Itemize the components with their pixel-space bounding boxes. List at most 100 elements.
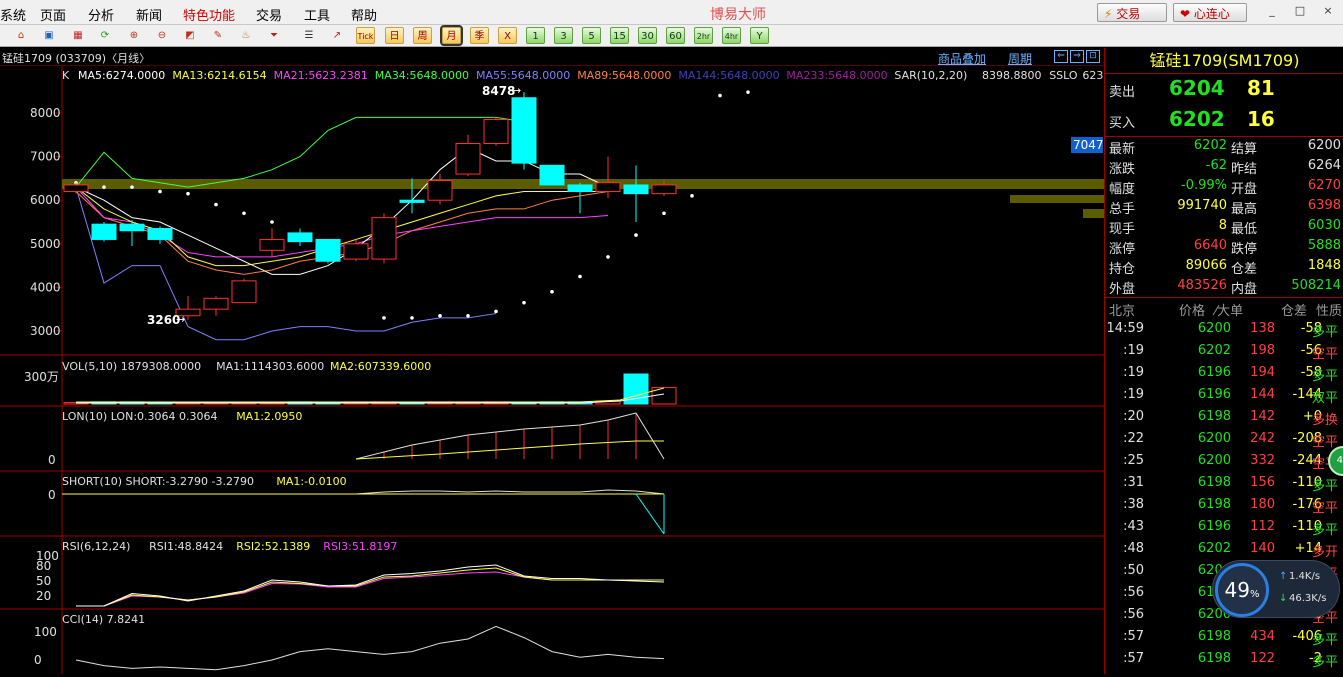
ma-legend-item: 6231.0 bbox=[1082, 69, 1104, 82]
min60-button[interactable]: 60 bbox=[666, 27, 685, 44]
tick-cell: 332 bbox=[1250, 453, 1275, 468]
menu-news[interactable]: 新闻 bbox=[136, 5, 162, 24]
price-axis-label: 4000 bbox=[30, 280, 61, 294]
tick-row[interactable]: :20 6198 142 +0 多换 bbox=[1105, 406, 1343, 428]
tick-cell: 多平 bbox=[1312, 369, 1339, 384]
cci-axis-label: 0 bbox=[34, 653, 42, 667]
close-button[interactable]: × bbox=[1320, 4, 1336, 18]
min5-button[interactable]: 5 bbox=[582, 27, 601, 44]
quarter-button[interactable]: 季 bbox=[470, 27, 489, 44]
chart-area[interactable]: 3000 4000 5000 6000 7000 8000 K MA5:6274.0000 M… bbox=[0, 48, 1121, 674]
quote-field-label: 跌停 bbox=[1231, 242, 1258, 257]
quote-field-label: 总手 bbox=[1109, 202, 1136, 217]
tick-row[interactable]: :25 6200 332 -244 空平 bbox=[1105, 450, 1343, 472]
short-drop-line bbox=[635, 493, 665, 535]
list-icon[interactable]: ☰ bbox=[300, 27, 318, 44]
k-label: K bbox=[62, 69, 70, 82]
year-button[interactable]: Y bbox=[750, 27, 769, 44]
week-button[interactable]: 周 bbox=[413, 27, 432, 44]
quote-field-value: 1848 bbox=[1307, 258, 1341, 273]
tick-header-price: 价格 bbox=[1179, 304, 1206, 319]
quote-field-label: 最高 bbox=[1231, 202, 1258, 217]
tick-row[interactable]: 14:59 6200 138 -58 多平 bbox=[1105, 318, 1343, 340]
quote-field-label: 外盘 bbox=[1109, 282, 1136, 297]
lon-legend-item: MA1:2.0950 bbox=[236, 410, 302, 423]
hr2-button[interactable]: 2hr bbox=[694, 27, 713, 44]
tick-cell: :19 bbox=[1123, 343, 1144, 358]
minimize-button[interactable]: _ bbox=[1264, 4, 1280, 18]
quote-fields: 最新 6202 结算 6200 涨跌 -62 昨结 6264 幅度 -0.99% 开盘 6270 总手 9… bbox=[1105, 138, 1343, 298]
candle-body bbox=[63, 184, 89, 192]
min30-button[interactable]: 30 bbox=[638, 27, 657, 44]
rsi-axis: 100805020 bbox=[36, 549, 59, 603]
tick-list[interactable]: 14:59 6200 138 -58 多平:19 6202 198 -56 空平:19 6196 1… bbox=[1105, 318, 1343, 674]
min15-button[interactable]: 15 bbox=[610, 27, 629, 44]
rsi-legend-item: RSI3:51.8197 bbox=[323, 540, 397, 553]
tick-row[interactable]: :43 6196 112 -110 多平 bbox=[1105, 516, 1343, 538]
tick-row[interactable]: :31 6198 156 -110 多平 bbox=[1105, 472, 1343, 494]
tick-button[interactable]: Tick bbox=[356, 27, 375, 44]
zoom-in-icon[interactable]: ⊕ bbox=[125, 27, 143, 44]
tick-row[interactable]: :19 6202 198 -56 空平 bbox=[1105, 340, 1343, 362]
chart-icon[interactable]: ↗ bbox=[328, 27, 346, 44]
ma-legend-item: MA5:6274.0000 bbox=[78, 69, 165, 82]
network-speed-widget[interactable]: 49% ↑ 1.4K/s ↓ 46.3K/s bbox=[1212, 560, 1340, 618]
cci-line bbox=[75, 625, 665, 671]
tick-cell: :22 bbox=[1123, 431, 1144, 446]
menu-trade[interactable]: 交易 bbox=[256, 5, 282, 24]
vol-legend-item: MA1:1114303.6000 bbox=[216, 360, 324, 373]
tick-row[interactable]: :19 6196 194 -58 多平 bbox=[1105, 362, 1343, 384]
tick-cell: 6200 bbox=[1197, 453, 1231, 468]
ma-legend-item: 8398.8800 bbox=[982, 69, 1042, 82]
tick-cell: 6200 bbox=[1197, 431, 1231, 446]
menu-special-features[interactable]: 特色功能 bbox=[183, 5, 235, 24]
ma-legend-item: MA144:5648.0000 bbox=[678, 69, 779, 82]
short-line bbox=[355, 489, 665, 495]
zoom-out-icon[interactable]: ⊖ bbox=[153, 27, 171, 44]
menu-tools[interactable]: 工具 bbox=[304, 5, 330, 24]
min1-button[interactable]: 1 bbox=[526, 27, 545, 44]
candle-body bbox=[147, 228, 173, 240]
quote-field-label: 昨结 bbox=[1231, 162, 1258, 177]
tick-cell: 双平 bbox=[1312, 391, 1339, 406]
menu-system[interactable]: 系统 bbox=[0, 5, 26, 24]
month-button[interactable]: 月 bbox=[440, 25, 463, 46]
speed-gauge: 49% bbox=[1215, 563, 1269, 617]
tick-row[interactable]: :57 6198 122 -2 多平 bbox=[1105, 648, 1343, 670]
filter-icon[interactable]: ⏷ bbox=[265, 27, 283, 44]
tick-cell: :19 bbox=[1123, 387, 1144, 402]
min3-button[interactable]: 3 bbox=[554, 27, 573, 44]
menu-page[interactable]: 页面 bbox=[40, 5, 66, 24]
heart-connect-button[interactable]: ❤ 心连心 bbox=[1173, 3, 1247, 22]
grid-icon[interactable]: ▦ bbox=[69, 27, 87, 44]
hr4-button[interactable]: 4hr bbox=[722, 27, 741, 44]
tick-cell: :43 bbox=[1123, 519, 1144, 534]
window-icon[interactable]: ▣ bbox=[40, 27, 58, 44]
rsi-legend: RSI(6,12,24) RSI1:48.8424 RSI2:52.1389 R… bbox=[62, 540, 397, 553]
kline-chart-svg[interactable]: 300040005000600070008000 K MA5:6274.0000 M… bbox=[0, 48, 1121, 674]
tick-row[interactable]: :22 6200 242 -208 空平 bbox=[1105, 428, 1343, 450]
cci-axis: 1000-100 bbox=[34, 625, 57, 667]
tick-row[interactable]: :48 6202 140 +14 多开 bbox=[1105, 538, 1343, 560]
quote-row: 总手 991740 最高 6398 bbox=[1109, 198, 1341, 218]
menu-help[interactable]: 帮助 bbox=[351, 5, 377, 24]
home-icon[interactable]: ⌂ bbox=[12, 27, 30, 44]
tick-row[interactable]: :19 6196 144 -144 双平 bbox=[1105, 384, 1343, 406]
menu-analysis[interactable]: 分析 bbox=[88, 5, 114, 24]
tick-cell: :48 bbox=[1123, 541, 1144, 556]
x-button[interactable]: X bbox=[498, 27, 517, 44]
candle-body bbox=[539, 164, 565, 186]
day-button[interactable]: 日 bbox=[385, 27, 404, 44]
overlay-icon[interactable]: ◩ bbox=[181, 27, 199, 44]
short-legend: SHORT(10) SHORT:-3.2790 -3.2790 MA1:-0.0… bbox=[62, 475, 347, 488]
trade-button[interactable]: ⚡ 交易 bbox=[1097, 3, 1167, 22]
maximize-button[interactable]: □ bbox=[1292, 4, 1308, 18]
tick-row[interactable]: :57 6198 434 -406 多平 bbox=[1105, 626, 1343, 648]
tick-row[interactable]: :38 6198 180 -176 空平 bbox=[1105, 494, 1343, 516]
candle-body bbox=[623, 184, 649, 195]
lon-ma-line bbox=[355, 440, 664, 460]
candle-body bbox=[231, 280, 257, 304]
bell-icon[interactable]: ♨ bbox=[237, 27, 255, 44]
pen-icon[interactable]: ✎ bbox=[209, 27, 227, 44]
refresh-icon[interactable]: ⟳ bbox=[96, 27, 114, 44]
